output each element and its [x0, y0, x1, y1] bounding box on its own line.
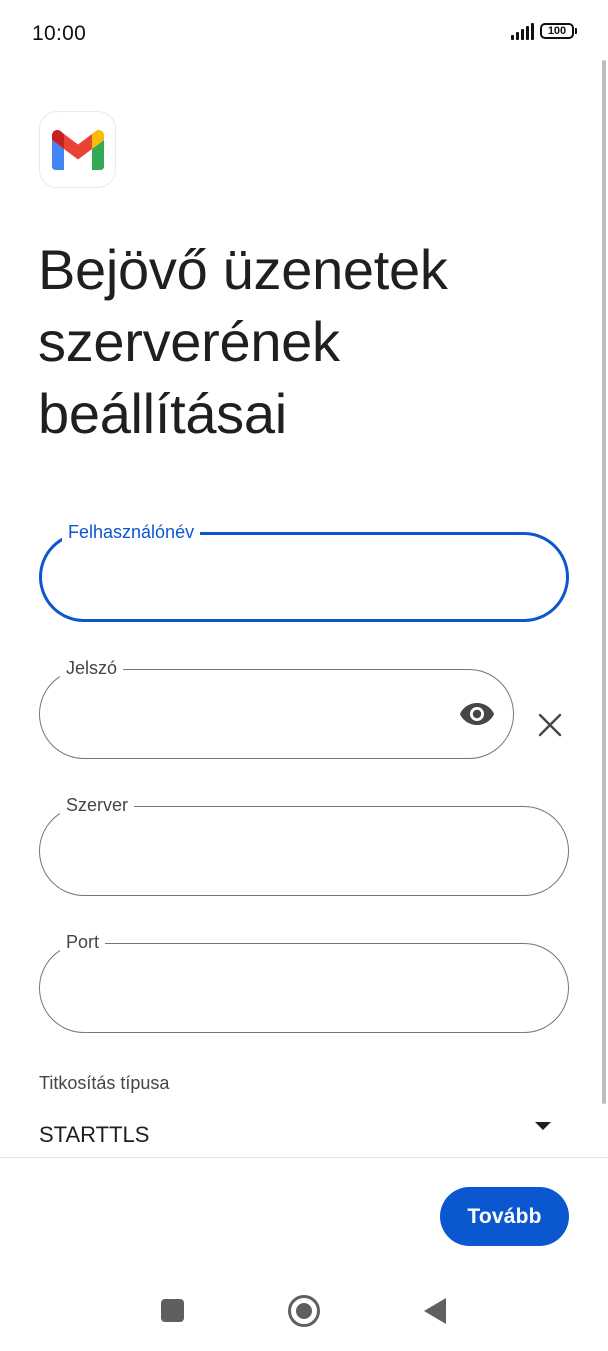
status-bar: 10:00 100 — [0, 0, 608, 70]
gmail-logo — [39, 111, 116, 188]
incoming-server-settings-screen: 10:00 100 Bejövő üzenetek szerverének be… — [0, 0, 608, 1351]
home-icon-dot — [296, 1303, 312, 1319]
eye-icon — [460, 703, 494, 725]
page-title: Bejövő üzenetek szerverének beállításai — [38, 238, 448, 445]
next-button[interactable]: Tovább — [440, 1187, 569, 1246]
password-input[interactable] — [66, 698, 443, 730]
recents-icon[interactable] — [161, 1299, 184, 1322]
back-icon[interactable] — [424, 1298, 446, 1324]
password-field[interactable]: Jelszó — [39, 657, 514, 759]
clear-password-button[interactable] — [534, 709, 566, 741]
footer-divider — [0, 1157, 608, 1158]
encryption-type-label: Titkosítás típusa — [39, 1073, 170, 1093]
port-field[interactable]: Port — [39, 931, 569, 1033]
status-time: 10:00 — [32, 22, 87, 45]
gmail-icon — [51, 129, 104, 170]
home-icon[interactable] — [288, 1295, 320, 1327]
system-navigation-bar — [0, 1270, 608, 1351]
toggle-password-visibility-button[interactable] — [459, 700, 495, 728]
dropdown-arrow-icon — [535, 1122, 551, 1130]
port-label: Port — [60, 931, 106, 953]
server-input[interactable] — [66, 835, 542, 867]
status-icons: 100 — [511, 22, 577, 40]
username-label: Felhasználónév — [62, 521, 201, 543]
password-label: Jelszó — [60, 657, 124, 679]
encryption-type-value: STARTTLS — [39, 1122, 150, 1147]
port-input[interactable] — [66, 972, 542, 1004]
server-label: Szerver — [60, 794, 135, 816]
server-field[interactable]: Szerver — [39, 794, 569, 896]
close-icon — [538, 713, 562, 737]
encryption-type-dropdown[interactable]: STARTTLS — [39, 1110, 569, 1158]
scrollbar[interactable] — [602, 60, 606, 1104]
username-field[interactable]: Felhasználónév — [39, 521, 569, 622]
signal-icon — [511, 22, 534, 40]
username-input[interactable] — [68, 563, 540, 595]
battery-icon: 100 — [540, 23, 577, 39]
